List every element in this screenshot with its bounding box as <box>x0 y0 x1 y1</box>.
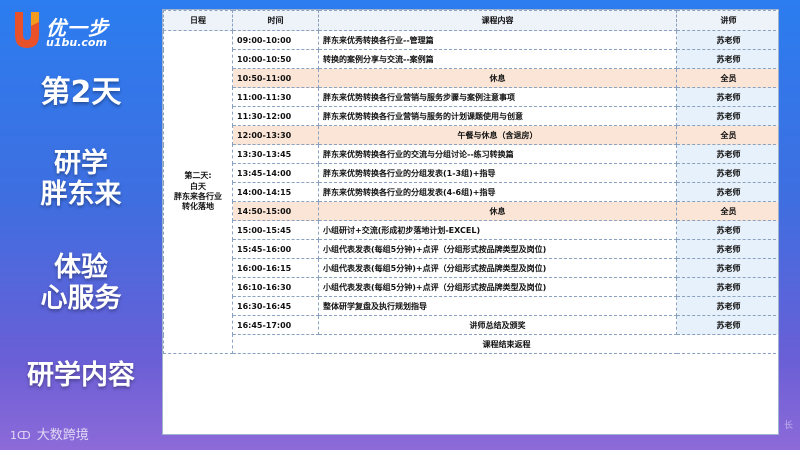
teacher-cell: 苏老师 <box>676 315 778 335</box>
day-cell: 第二天: 白天 胖东来各行业 转化落地 <box>163 30 233 354</box>
day-title: 第2天 <box>40 75 122 110</box>
content-cell: 休息 <box>318 201 677 221</box>
content-cell: 胖东来优势转换各行业营销与服务的计划课题使用与创意 <box>318 106 677 126</box>
table-row: 10:00-10:50 转换的案例分享与交流--案例篇 苏老师 <box>164 49 778 69</box>
brand-logo: 优一步 u1bu.com <box>12 10 142 50</box>
time-cell: 12:00-13:30 <box>232 125 319 145</box>
closing-row: 课程结束返程 <box>164 334 778 354</box>
table-row: 第二天: 白天 胖东来各行业 转化落地 09:00-10:00 胖东来优秀转换各行业--管… <box>163 30 778 354</box>
content-cell: 胖东来优势转换各行业的分组发表(1-3组)+指导 <box>318 163 677 183</box>
schedule-table: 日程 时间 课程内容 讲师 第二天: 白天 胖东来各行业 转化落地 09:00-10:0… <box>163 10 778 354</box>
time-cell: 11:00-11:30 <box>232 87 319 107</box>
teacher-cell: 苏老师 <box>676 163 778 183</box>
content-cell: 休息 <box>318 68 677 88</box>
schedule-table-container: 日程 时间 课程内容 讲师 第二天: 白天 胖东来各行业 转化落地 09:00-10:0… <box>162 9 779 435</box>
time-cell: 10:50-11:00 <box>232 68 319 88</box>
footer-brand-text: 大数跨境 <box>36 428 89 443</box>
time-cell: 14:50-15:00 <box>232 201 319 221</box>
table-row: 15:00-15:45 小组研讨+交流(形成初步落地计划-EXCEL) 苏老师 <box>164 220 778 240</box>
schedule-body: 第二天: 白天 胖东来各行业 转化落地 09:00-10:00 胖东来优秀转换各行业--管… <box>163 30 778 354</box>
header-teacher: 讲师 <box>676 10 778 31</box>
time-cell: 15:45-16:00 <box>232 239 319 259</box>
content-cell: 小组代表发表(每组5分钟)+点评（分组形式按品牌类型及岗位) <box>318 277 677 297</box>
teacher-cell: 全员 <box>676 201 778 221</box>
section-title: 研学内容 <box>27 360 135 391</box>
content-cell: 胖东来优秀转换各行业--管理篇 <box>318 30 677 50</box>
content-cell: 胖东来优势转换各行业营销与服务步骤与案例注意事项 <box>318 87 677 107</box>
table-row: 16:00-16:15 小组代表发表(每组5分钟)+点评（分组形式按品牌类型及岗位… <box>164 258 778 278</box>
logo-u-icon <box>15 12 39 48</box>
teacher-cell: 苏老师 <box>676 49 778 69</box>
table-row: 15:45-16:00 小组代表发表(每组5分钟)+点评（分组形式按品牌类型及岗位… <box>164 239 778 259</box>
teacher-cell: 苏老师 <box>676 30 778 50</box>
teacher-cell: 全员 <box>676 68 778 88</box>
topic-title: 研学 胖东来 <box>40 148 122 211</box>
time-cell: 16:00-16:15 <box>232 258 319 278</box>
footer-brand: 1ↀ 大数跨境 <box>10 424 89 443</box>
teacher-cell: 苏老师 <box>676 296 778 316</box>
teacher-cell: 苏老师 <box>676 258 778 278</box>
header-day: 日程 <box>163 10 233 31</box>
time-cell: 16:10-16:30 <box>232 277 319 297</box>
teacher-cell: 苏老师 <box>676 144 778 164</box>
time-cell: 09:00-10:00 <box>232 30 319 50</box>
content-cell: 小组代表发表(每组5分钟)+点评（分组形式按品牌类型及岗位) <box>318 239 677 259</box>
table-header-row: 日程 时间 课程内容 讲师 <box>163 10 778 31</box>
teacher-cell: 苏老师 <box>676 239 778 259</box>
theme-title: 体验 心服务 <box>40 252 122 315</box>
teacher-cell: 苏老师 <box>676 182 778 202</box>
time-cell: 13:30-13:45 <box>232 144 319 164</box>
table-row: 16:30-16:45 整体研学复盘及执行规划指导 苏老师 <box>164 296 778 316</box>
header-content: 课程内容 <box>318 10 677 31</box>
content-cell: 小组研讨+交流(形成初步落地计划-EXCEL) <box>318 220 677 240</box>
teacher-cell: 苏老师 <box>676 277 778 297</box>
table-row: 16:45-17:00 讲师总结及颁奖 苏老师 <box>164 315 778 335</box>
table-row: 11:30-12:00 胖东来优势转换各行业营销与服务的计划课题使用与创意 苏老师 <box>164 106 778 126</box>
table-row: 13:45-14:00 胖东来优势转换各行业的分组发表(1-3组)+指导 苏老师 <box>164 163 778 183</box>
teacher-cell: 苏老师 <box>676 106 778 126</box>
time-cell: 14:00-14:15 <box>232 182 319 202</box>
content-cell: 胖东来优势转换各行业的交流与分组讨论--练习转换篇 <box>318 144 677 164</box>
time-cell: 10:00-10:50 <box>232 49 319 69</box>
table-row: 16:10-16:30 小组代表发表(每组5分钟)+点评（分组形式按品牌类型及岗位… <box>164 277 778 297</box>
table-row: 11:00-11:30 胖东来优势转换各行业营销与服务步骤与案例注意事项 苏老师 <box>164 87 778 107</box>
table-row: 10:50-11:00 休息 全员 <box>164 68 778 88</box>
teacher-cell: 全员 <box>676 125 778 145</box>
content-cell: 讲师总结及颁奖 <box>318 315 677 335</box>
watermark: 长 <box>784 421 794 431</box>
footer-mark: 1ↀ <box>10 429 31 442</box>
content-cell: 午餐与休息（含退房） <box>318 125 677 145</box>
closing-cell: 课程结束返程 <box>232 334 778 354</box>
content-cell: 小组代表发表(每组5分钟)+点评（分组形式按品牌类型及岗位) <box>318 258 677 278</box>
day-label-line4: 转化落地 <box>182 202 214 212</box>
day-label-line2: 白天 <box>190 181 206 191</box>
content-cell: 整体研学复盘及执行规划指导 <box>318 296 677 316</box>
header-time: 时间 <box>232 10 319 31</box>
day-label-line3: 胖东来各行业 <box>174 192 222 201</box>
time-cell: 16:30-16:45 <box>232 296 319 316</box>
table-row: 14:50-15:00 休息 全员 <box>164 201 778 221</box>
time-cell: 16:45-17:00 <box>232 315 319 335</box>
table-row: 12:00-13:30 午餐与休息（含退房） 全员 <box>164 125 778 145</box>
time-cell: 11:30-12:00 <box>232 106 319 126</box>
day-label-line1: 第二天: <box>184 171 212 181</box>
table-row: 13:30-13:45 胖东来优势转换各行业的交流与分组讨论--练习转换篇 苏老师 <box>164 144 778 164</box>
left-panel: 优一步 u1bu.com 第2天 研学 胖东来 体验 心服务 研学内容 1ↀ 大数… <box>0 0 162 450</box>
content-cell: 胖东来优势转换各行业的分组发表(4-6组)+指导 <box>318 182 677 202</box>
time-cell: 13:45-14:00 <box>232 163 319 183</box>
logo-domain: u1bu.com <box>46 36 107 49</box>
teacher-cell: 苏老师 <box>676 220 778 240</box>
time-cell: 15:00-15:45 <box>232 220 319 240</box>
teacher-cell: 苏老师 <box>676 87 778 107</box>
content-cell: 转换的案例分享与交流--案例篇 <box>318 49 677 69</box>
table-row: 14:00-14:15 胖东来优势转换各行业的分组发表(4-6组)+指导 苏老师 <box>164 182 778 202</box>
